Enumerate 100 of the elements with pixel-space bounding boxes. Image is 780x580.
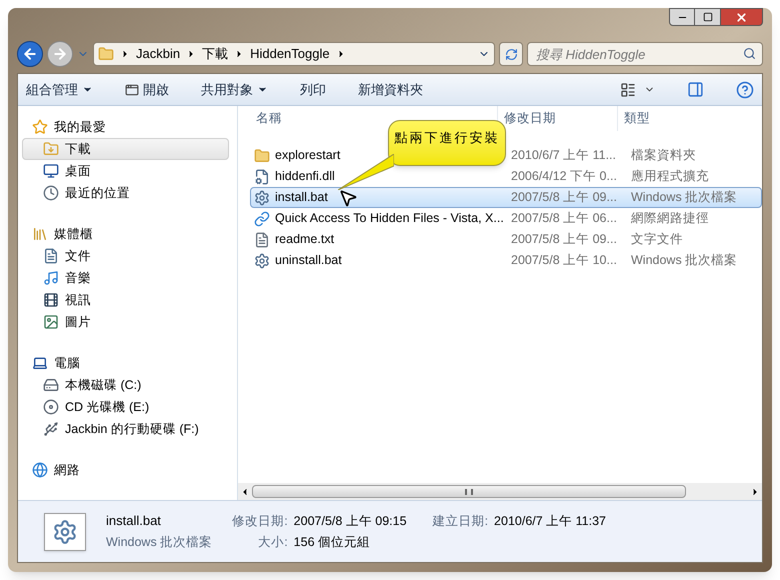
column-header[interactable]: 類型 [618,106,762,131]
preview-pane-icon [687,81,704,98]
sidebar-item[interactable]: 文件 [22,245,229,267]
list-view-icon [620,82,636,98]
mouse-cursor-icon [338,188,358,208]
modified-date: 2007/5/8 上午 09... [510,189,618,206]
view-options-button[interactable] [620,82,655,98]
sidebar-item[interactable]: 桌面 [22,160,229,182]
maximize-icon [702,12,712,22]
gear-icon [254,190,270,206]
details-label: 大小: [257,534,288,551]
monitor-icon [43,163,59,179]
address-bar[interactable]: Jackbin 下載 HiddenToggle [93,42,495,66]
gear-icon [254,252,270,268]
picture-icon [43,314,59,330]
sidebar-group[interactable]: 媒體櫃 [22,223,229,245]
document-icon [43,248,59,264]
file-type: Windows 批次檔案 [630,189,738,206]
file-row[interactable]: install.bat 2007/5/8 上午 09... Windows 批次檔案 [250,187,762,208]
library-icon [32,226,48,242]
computer-icon [32,355,48,371]
scrollbar-thumb[interactable] [252,485,686,498]
star-icon [32,119,48,135]
usb-drive-icon [43,421,59,437]
file-name: explorestart [275,147,340,164]
globe-icon [32,462,48,478]
search-field[interactable]: 搜尋 HiddenToggle [527,42,763,66]
forward-button[interactable] [47,41,73,67]
hard-drive-icon [43,377,59,393]
file-type: 應用程式擴充 [630,168,709,186]
forward-arrow-icon [52,46,68,62]
sidebar-item[interactable]: CD 光碟機 (E:) [22,396,229,418]
music-note-icon [43,270,59,286]
breadcrumb[interactable]: HiddenToggle [250,44,330,64]
callout-tooltip: 點兩下進行安裝 [388,120,506,166]
download-folder-icon [43,141,59,157]
file-row[interactable]: hiddenfi.dll 2006/4/12 下午 0... 應用程式擴充 [250,166,762,187]
file-name: uninstall.bat [275,252,342,270]
sidebar-group[interactable]: 電腦 [22,352,229,374]
back-button[interactable] [17,41,43,67]
modified-date: 2007/5/8 上午 06... [510,210,618,228]
toolbar-button[interactable]: 組合管理 [26,80,93,100]
sidebar-item[interactable]: 音樂 [22,267,229,289]
close-button[interactable] [721,8,763,26]
film-icon [43,292,59,308]
details-file-name: install.bat [106,512,162,530]
modified-date: 2007/5/8 上午 10... [510,252,618,270]
sidebar-group[interactable]: 我的最愛 [22,116,229,138]
help-button[interactable] [736,80,754,98]
disc-icon [43,399,59,415]
gear-icon [52,518,78,544]
gear-file-icon [254,168,270,184]
preview-pane-button[interactable] [687,81,704,98]
file-name: hiddenfi.dll [275,168,335,186]
file-row[interactable]: uninstall.bat 2007/5/8 上午 10... Windows 批次檔案 [250,250,762,271]
modified-date: 2010/6/7 上午 11... [510,147,617,164]
maximize-button[interactable] [695,8,721,26]
modified-date: 2007/5/8 上午 09... [510,231,618,248]
horizontal-scrollbar[interactable] [238,483,762,500]
file-name: readme.txt [275,231,334,248]
sidebar-item[interactable]: Jackbin 的行動硬碟 (F:) [22,418,229,440]
toolbar-button[interactable]: 列印 [300,80,326,100]
help-icon [736,80,754,98]
breadcrumb[interactable]: 下載 [202,44,228,64]
open-icon [125,82,139,96]
folder-icon [254,148,270,164]
details-value: 2010/6/7 上午 11:37 [494,512,606,530]
details-label: 建立日期: [432,512,488,530]
sidebar-group[interactable]: 網路 [22,459,229,481]
sidebar-item[interactable]: 視訊 [22,289,229,311]
file-type: 文字文件 [630,231,683,248]
toolbar-button[interactable]: 共用對象 [201,80,268,100]
details-label: 修改日期: [232,512,288,530]
toolbar-button[interactable]: 新增資料夾 [358,80,423,100]
text-file-icon [254,232,270,248]
search-icon [743,47,756,60]
sidebar-item[interactable]: 圖片 [22,311,229,333]
refresh-icon [504,48,518,60]
modified-date: 2006/4/12 下午 0... [510,168,618,186]
link-icon [254,210,270,226]
sidebar-item[interactable]: 下載 [22,138,229,160]
breadcrumb[interactable]: Jackbin [136,44,180,64]
file-type: 網際網路捷徑 [630,210,709,228]
sidebar-item[interactable]: 最近的位置 [22,182,229,204]
file-name: install.bat [275,189,328,206]
sidebar-item[interactable]: 本機磁碟 (C:) [22,374,229,396]
file-name: Quick Access To Hidden Files - Vista, X... [275,210,504,228]
clock-icon [43,185,59,201]
file-row[interactable]: readme.txt 2007/5/8 上午 09... 文字文件 [250,229,762,250]
refresh-button[interactable] [499,42,523,66]
minimize-button[interactable] [669,8,695,26]
file-row[interactable]: Quick Access To Hidden Files - Vista, X... 2007/5/8 上午 06... 網際網路捷徑 [250,208,762,229]
details-value: 156 個位元組 [294,534,372,551]
details-value: 2007/5/8 上午 09:15 [294,512,408,530]
file-type: Windows 批次檔案 [630,252,738,270]
folder-icon [98,46,114,62]
details-file-type: Windows 批次檔案 [106,534,214,551]
toolbar-button[interactable]: 開啟 [125,80,169,100]
close-icon [735,10,748,24]
file-type: 檔案資料夾 [630,147,696,164]
